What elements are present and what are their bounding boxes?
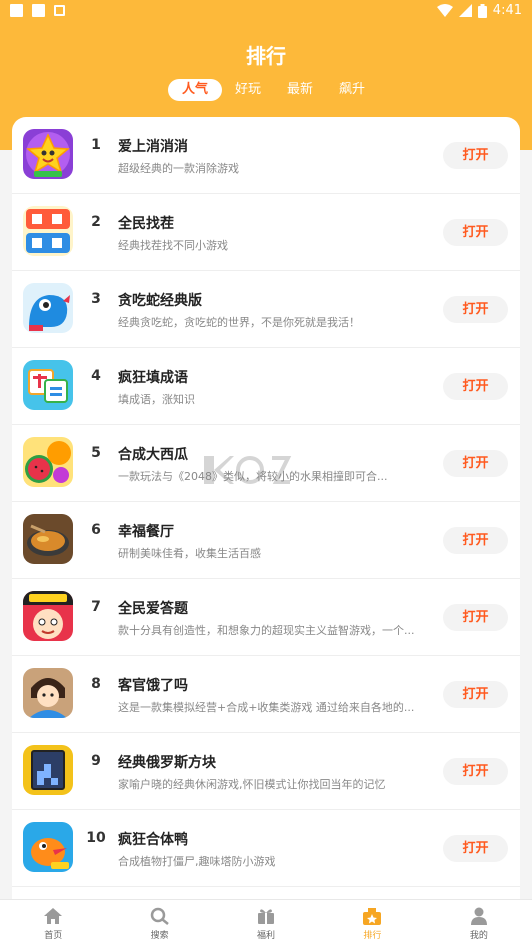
open-button[interactable]: 打开	[443, 527, 508, 554]
open-button[interactable]: 打开	[443, 142, 508, 169]
rank-number: 4	[91, 368, 101, 384]
rank-number: 1	[91, 137, 101, 153]
rank-number: 2	[91, 214, 101, 230]
rank-number: 3	[91, 291, 101, 307]
notification-icon	[32, 4, 45, 17]
user-icon	[470, 907, 487, 925]
app-icon-find-difference[interactable]	[23, 206, 73, 256]
rank-number: 7	[91, 599, 101, 615]
app-name: 全民爱答题	[118, 601, 188, 617]
app-name: 客官饿了吗	[118, 678, 188, 694]
app-icon-idiom[interactable]	[23, 360, 73, 410]
list-item[interactable]: 9 经典俄罗斯方块 家喻户晓的经典休闲游戏,怀旧模式让你找回当年的记忆 打开	[12, 733, 520, 810]
open-button[interactable]: 打开	[443, 219, 508, 246]
list-item[interactable]: 1 爱上消消消 超级经典的一款消除游戏 打开	[12, 117, 520, 194]
app-description: 经典找茬找不同小游戏	[118, 239, 228, 252]
battery-icon	[477, 3, 487, 18]
app-description: 超级经典的一款消除游戏	[118, 162, 239, 175]
ranking-list: 1 爱上消消消 超级经典的一款消除游戏 打开 2 全民找茬 经典找茬找不同小游戏…	[12, 117, 520, 907]
status-time: 4:41	[492, 3, 522, 18]
app-icon-watermelon[interactable]	[23, 437, 73, 487]
app-icon-tetris[interactable]	[23, 745, 73, 795]
tab-fun[interactable]: 好玩	[222, 79, 274, 101]
list-item[interactable]: 7 全民爱答题 款十分具有创造性，和想象力的超现实主义益智游戏，一个... 打开	[12, 579, 520, 656]
app-name: 经典俄罗斯方块	[118, 755, 216, 771]
list-item[interactable]: 2 全民找茬 经典找茬找不同小游戏 打开	[12, 194, 520, 271]
nav-home[interactable]: 首页	[0, 900, 106, 944]
gift-icon	[258, 909, 275, 924]
nav-label: 我的	[469, 931, 488, 941]
search-icon	[150, 907, 169, 925]
nav-label: 搜索	[150, 931, 169, 941]
nav-label: 首页	[44, 931, 63, 941]
app-name: 全民找茬	[118, 216, 174, 232]
rank-number: 5	[91, 445, 101, 461]
open-button[interactable]: 打开	[443, 758, 508, 785]
signal-icon	[458, 4, 472, 17]
app-icon-duck[interactable]	[23, 822, 73, 872]
list-item[interactable]: 8 客官饿了吗 这是一款集模拟经营+合成+收集类游戏 通过给来自各地的... 打…	[12, 656, 520, 733]
bottom-navigation: 首页 搜索 福利 排行 我的	[0, 899, 532, 944]
app-description: 研制美味佳肴，收集生活百感	[118, 547, 261, 560]
tab-newest[interactable]: 最新	[274, 79, 326, 101]
rank-number: 9	[91, 753, 101, 769]
nav-ranking[interactable]: 排行	[319, 900, 425, 944]
tab-popular[interactable]: 人气	[168, 79, 223, 101]
app-icon-star[interactable]	[23, 129, 73, 179]
app-name: 幸福餐厅	[118, 524, 174, 540]
open-button[interactable]: 打开	[443, 681, 508, 708]
list-item[interactable]: 4 疯狂填成语 填成语，涨知识 打开	[12, 348, 520, 425]
wifi-icon	[436, 4, 453, 17]
app-name: 贪吃蛇经典版	[118, 293, 202, 309]
nav-label: 福利	[257, 931, 276, 941]
app-description: 家喻户晓的经典休闲游戏,怀旧模式让你找回当年的记忆	[118, 778, 386, 791]
rank-number: 6	[91, 522, 101, 538]
open-button[interactable]: 打开	[443, 373, 508, 400]
app-icon-restaurant[interactable]	[23, 514, 73, 564]
app-icon-snake[interactable]	[23, 283, 73, 333]
app-icon-waiter[interactable]	[23, 668, 73, 718]
app-description: 款十分具有创造性，和想象力的超现实主义益智游戏，一个...	[118, 624, 415, 637]
app-description: 经典贪吃蛇，贪吃蛇的世界，不是你死就是我活！	[118, 316, 360, 329]
app-name: 合成大西瓜	[118, 447, 188, 463]
open-button[interactable]: 打开	[443, 450, 508, 477]
notification-icon	[54, 5, 65, 16]
ranking-tabs: 人气 好玩 最新 飙升	[168, 79, 378, 101]
open-button[interactable]: 打开	[443, 296, 508, 323]
app-description: 这是一款集模拟经营+合成+收集类游戏 通过给来自各地的...	[118, 701, 415, 714]
nav-search[interactable]: 搜索	[106, 900, 212, 944]
list-item[interactable]: 6 幸福餐厅 研制美味佳肴，收集生活百感 打开	[12, 502, 520, 579]
list-item[interactable]: 3 贪吃蛇经典版 经典贪吃蛇，贪吃蛇的世界，不是你死就是我活！ 打开	[12, 271, 520, 348]
list-item[interactable]: 10 疯狂合体鸭 合成植物打僵尸,趣味塔防小游戏 打开	[12, 810, 520, 887]
app-description: 一款玩法与《2048》类似，将较小的水果相撞即可合...	[118, 470, 388, 483]
ranking-icon	[363, 908, 382, 925]
status-bar: 4:41	[0, 0, 532, 24]
notification-icon	[10, 4, 23, 17]
app-name: 爱上消消消	[118, 139, 188, 155]
app-description: 合成植物打僵尸,趣味塔防小游戏	[118, 855, 276, 868]
nav-welfare[interactable]: 福利	[213, 900, 319, 944]
rank-number: 8	[91, 676, 101, 692]
app-name: 疯狂合体鸭	[118, 832, 188, 848]
page-title: 排行	[246, 44, 286, 68]
app-name: 疯狂填成语	[118, 370, 188, 386]
tab-rising[interactable]: 飙升	[326, 79, 378, 101]
nav-profile[interactable]: 我的	[426, 900, 532, 944]
rank-number: 10	[86, 830, 106, 846]
open-button[interactable]: 打开	[443, 604, 508, 631]
app-description: 填成语，涨知识	[118, 393, 195, 406]
list-item[interactable]: 5 合成大西瓜 一款玩法与《2048》类似，将较小的水果相撞即可合... 打开	[12, 425, 520, 502]
app-icon-quiz[interactable]	[23, 591, 73, 641]
home-icon	[44, 908, 63, 924]
open-button[interactable]: 打开	[443, 835, 508, 862]
nav-label: 排行	[363, 931, 382, 941]
